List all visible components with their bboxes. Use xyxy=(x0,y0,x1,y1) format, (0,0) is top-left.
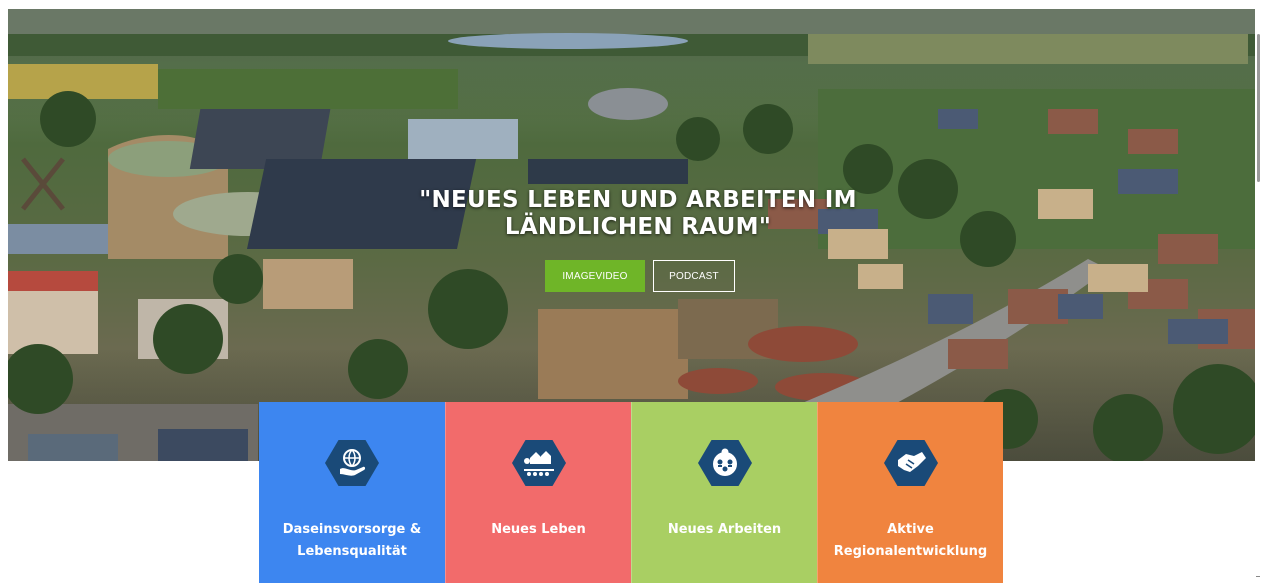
top-strip xyxy=(0,0,1261,9)
globe-hand-icon xyxy=(325,440,379,486)
topic-tiles: Daseinsvorsorge & Lebensqualität Neues L… xyxy=(259,402,1003,583)
tile-neues-leben[interactable]: Neues Leben xyxy=(445,402,631,583)
hero-title: "NEUES LEBEN UND ARBEITEN IM LÄNDLICHEN … xyxy=(388,187,888,241)
scrollbar-thumb[interactable] xyxy=(1257,34,1260,182)
village-icon xyxy=(512,440,566,486)
tile-label: Neues Arbeiten xyxy=(632,519,817,541)
hero-title-line2: LÄNDLICHEN RAUM" xyxy=(504,214,772,240)
tile-label-line1: Daseinsvorsorge & xyxy=(282,522,422,537)
tile-label-line2: Lebensqualität xyxy=(297,544,407,559)
imagevideo-button[interactable]: IMAGEVIDEO xyxy=(545,260,645,292)
hero-buttons: IMAGEVIDEO PODCAST xyxy=(545,260,735,292)
tile-neues-arbeiten[interactable]: Neues Arbeiten xyxy=(631,402,817,583)
tile-label-line2: Regionalentwicklung xyxy=(833,544,988,559)
tile-label: Aktive Regionalentwicklung xyxy=(818,519,1003,563)
scrollbar-marker xyxy=(1256,576,1260,577)
tile-regionalentwicklung[interactable]: Aktive Regionalentwicklung xyxy=(817,402,1003,583)
handshake-icon xyxy=(884,440,938,486)
tile-label-line1: Neues Arbeiten xyxy=(667,522,782,537)
tile-label: Neues Leben xyxy=(446,519,631,541)
tile-daseinsvorsorge[interactable]: Daseinsvorsorge & Lebensqualität xyxy=(259,402,445,583)
team-meeting-icon xyxy=(698,440,752,486)
tile-label-line1: Neues Leben xyxy=(491,522,586,537)
hero-title-line1: "NEUES LEBEN UND ARBEITEN IM xyxy=(419,187,857,213)
tile-label-line1: Aktive xyxy=(887,522,934,537)
tile-label: Daseinsvorsorge & Lebensqualität xyxy=(259,519,445,563)
podcast-button[interactable]: PODCAST xyxy=(653,260,735,292)
hero-banner: "NEUES LEBEN UND ARBEITEN IM LÄNDLICHEN … xyxy=(8,9,1255,461)
